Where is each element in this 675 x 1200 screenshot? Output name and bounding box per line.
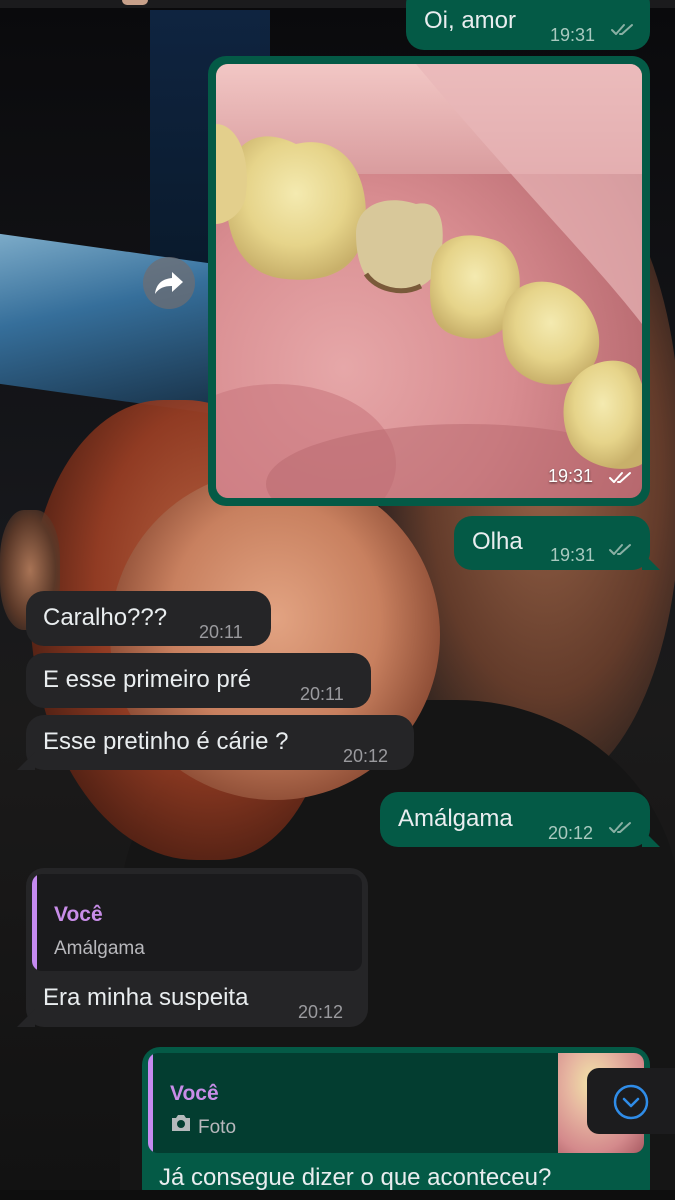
double-check-icon bbox=[609, 472, 631, 483]
quote-text: Amálgama bbox=[54, 938, 145, 959]
quote-accent-bar bbox=[148, 1053, 153, 1153]
quote-text: Foto bbox=[198, 1117, 237, 1138]
quote-author: Você bbox=[170, 1082, 219, 1105]
message-time: 20:12 bbox=[343, 746, 389, 766]
message-outgoing[interactable]: Olha 19:31 bbox=[454, 516, 650, 570]
message-text: Esse pretinho é cárie ? bbox=[43, 728, 289, 755]
message-incoming[interactable]: Caralho??? 20:11 bbox=[26, 591, 271, 646]
message-text: Oi, amor bbox=[424, 7, 517, 34]
quote-accent-bar bbox=[32, 874, 37, 971]
quoted-message[interactable]: Você Amálgama bbox=[32, 874, 362, 971]
message-text: Já consegue dizer o que aconteceu? bbox=[159, 1164, 552, 1191]
message-time: 20:12 bbox=[548, 823, 594, 843]
message-time: 19:31 bbox=[550, 25, 596, 45]
message-time: 19:31 bbox=[550, 545, 596, 565]
message-text: Amálgama bbox=[398, 805, 513, 832]
message-text: E esse primeiro pré bbox=[43, 666, 252, 693]
quoted-message[interactable]: Você Foto bbox=[148, 1053, 644, 1153]
message-text: Caralho??? bbox=[43, 604, 168, 631]
double-check-icon bbox=[609, 544, 631, 555]
message-time: 20:11 bbox=[300, 684, 344, 704]
double-check-icon bbox=[609, 822, 631, 833]
avatar-edge bbox=[122, 0, 148, 5]
scroll-to-bottom-button[interactable] bbox=[587, 1068, 675, 1134]
message-incoming[interactable]: Esse pretinho é cárie ? 20:12 bbox=[26, 715, 414, 770]
chevron-down-icon bbox=[613, 1084, 649, 1120]
quote-author: Você bbox=[54, 903, 103, 926]
message-incoming-reply[interactable]: Você Amálgama Era minha suspeita 20:12 bbox=[26, 868, 368, 1027]
message-time: 20:11 bbox=[199, 622, 243, 642]
message-outgoing[interactable]: Oi, amor 19:31 bbox=[406, 0, 650, 50]
message-incoming[interactable]: E esse primeiro pré 20:11 bbox=[26, 653, 371, 708]
message-time: 19:31 bbox=[548, 466, 594, 486]
message-text: Era minha suspeita bbox=[43, 984, 249, 1011]
message-text: Olha bbox=[472, 528, 523, 555]
forward-button[interactable] bbox=[143, 257, 195, 309]
forward-icon bbox=[155, 272, 183, 294]
message-outgoing[interactable]: Amálgama 20:12 bbox=[380, 792, 650, 847]
message-time: 20:12 bbox=[298, 1002, 344, 1022]
message-outgoing-reply[interactable]: Você Foto Já consegue dizer o que aconte… bbox=[142, 1047, 650, 1200]
double-check-icon bbox=[611, 24, 633, 35]
message-photo[interactable]: 19:31 bbox=[208, 56, 650, 506]
photo-image[interactable] bbox=[216, 64, 642, 498]
teeth-photo-illustration bbox=[216, 64, 642, 498]
bottom-edge bbox=[0, 1190, 675, 1200]
camera-icon bbox=[172, 1115, 190, 1131]
